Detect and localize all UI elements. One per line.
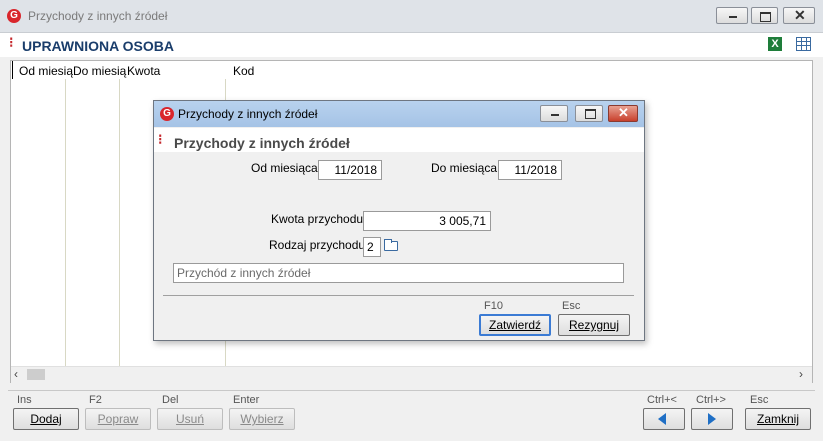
kwota-przychodu-label: Kwota przychodu (271, 212, 364, 226)
key-hint-del: Del (162, 394, 179, 406)
next-record-button[interactable] (691, 408, 733, 430)
delete-button[interactable]: Usuń (157, 408, 223, 430)
table-view-icon[interactable] (796, 37, 811, 51)
dialog-separator (163, 295, 634, 296)
scroll-thumb[interactable] (27, 369, 45, 380)
excel-export-icon[interactable]: X (768, 37, 782, 51)
horizontal-scrollbar[interactable]: ‹ › (11, 366, 812, 383)
dialog-logo-icon: G (160, 107, 174, 121)
minimize-button[interactable] (716, 7, 748, 24)
maximize-button[interactable] (751, 7, 778, 24)
select-button[interactable]: Wybierz (229, 408, 295, 430)
main-window-title: Przychody z innych źródeł (28, 9, 168, 23)
do-miesiaca-field[interactable]: 11/2018 (498, 160, 562, 180)
dialog-minimize-button[interactable] (540, 105, 568, 122)
drag-handle-icon: ⁝ (9, 34, 14, 50)
close-icon: ✕ (618, 105, 629, 120)
close-window-button[interactable]: ✕ (783, 7, 815, 24)
drag-handle-icon: ⁝ (158, 131, 163, 147)
description-field[interactable]: Przychód z innych źródeł (173, 263, 624, 283)
rodzaj-przychodu-field[interactable]: 2 (363, 237, 381, 257)
column-header-kwota[interactable]: Kwota (127, 64, 160, 78)
kwota-przychodu-field[interactable]: 3 005,71 (363, 211, 491, 231)
do-miesiaca-label: Do miesiąca (431, 161, 498, 175)
dialog-header: ⁝ Przychody z innych źródeł (154, 128, 644, 152)
close-button[interactable]: Zamknij (745, 408, 811, 430)
scroll-left-icon[interactable]: ‹ (14, 367, 18, 381)
column-divider (65, 79, 66, 367)
key-hint-enter: Enter (233, 394, 260, 406)
od-miesiaca-field[interactable]: 11/2018 (318, 160, 382, 180)
dialog-close-button[interactable]: ✕ (608, 105, 638, 122)
scroll-right-icon[interactable]: › (799, 367, 803, 381)
column-header-kod[interactable]: Kod (233, 64, 254, 78)
add-button[interactable]: Dodaj (13, 408, 79, 430)
main-title-bar: G Przychody z innych źródeł ✕ (0, 0, 823, 33)
minimize-icon (551, 114, 559, 116)
section-title: UPRAWNIONA OSOBA (22, 38, 174, 54)
od-miesiaca-label: Od miesiąca (251, 161, 318, 175)
close-icon: ✕ (794, 7, 806, 23)
key-hint-next: Ctrl+> (696, 394, 726, 406)
bottom-separator (8, 390, 815, 391)
app-logo-icon: G (7, 9, 21, 23)
key-hint-esc-dialog: Esc (562, 300, 581, 312)
previous-record-button[interactable] (643, 408, 685, 430)
arrow-left-icon (658, 413, 666, 425)
key-hint-ins: Ins (17, 394, 32, 406)
dialog-title-bar: G Przychody z innych źródeł ✕ (154, 101, 644, 127)
arrow-right-icon (708, 413, 716, 425)
section-header: ⁝ UPRAWNIONA OSOBA X (0, 33, 823, 57)
column-divider (119, 79, 120, 367)
minimize-icon (729, 16, 737, 18)
key-hint-f10: F10 (484, 300, 503, 312)
maximize-icon (585, 109, 596, 119)
cancel-button[interactable]: Rezygnuj (558, 314, 630, 336)
rodzaj-przychodu-label: Rodzaj przychodu (269, 238, 366, 252)
confirm-button[interactable]: Zatwierdź (479, 314, 551, 336)
column-header-do[interactable]: Do miesią (73, 64, 126, 78)
column-header-od[interactable]: Od miesią (19, 64, 73, 78)
grid-header-row: Od miesią Do miesią Kwota Kod (11, 61, 812, 79)
edit-button[interactable]: Popraw (85, 408, 151, 430)
folder-icon[interactable] (384, 239, 398, 251)
maximize-icon (760, 12, 771, 22)
key-hint-esc: Esc (750, 394, 769, 406)
dialog-maximize-button[interactable] (575, 105, 603, 122)
key-hint-f2: F2 (89, 394, 102, 406)
dialog-window: G Przychody z innych źródeł ✕ ⁝ Przychod… (153, 100, 645, 341)
dialog-title: Przychody z innych źródeł (178, 107, 318, 121)
key-hint-prev: Ctrl+< (647, 394, 677, 406)
dialog-header-title: Przychody z innych źródeł (174, 135, 350, 151)
